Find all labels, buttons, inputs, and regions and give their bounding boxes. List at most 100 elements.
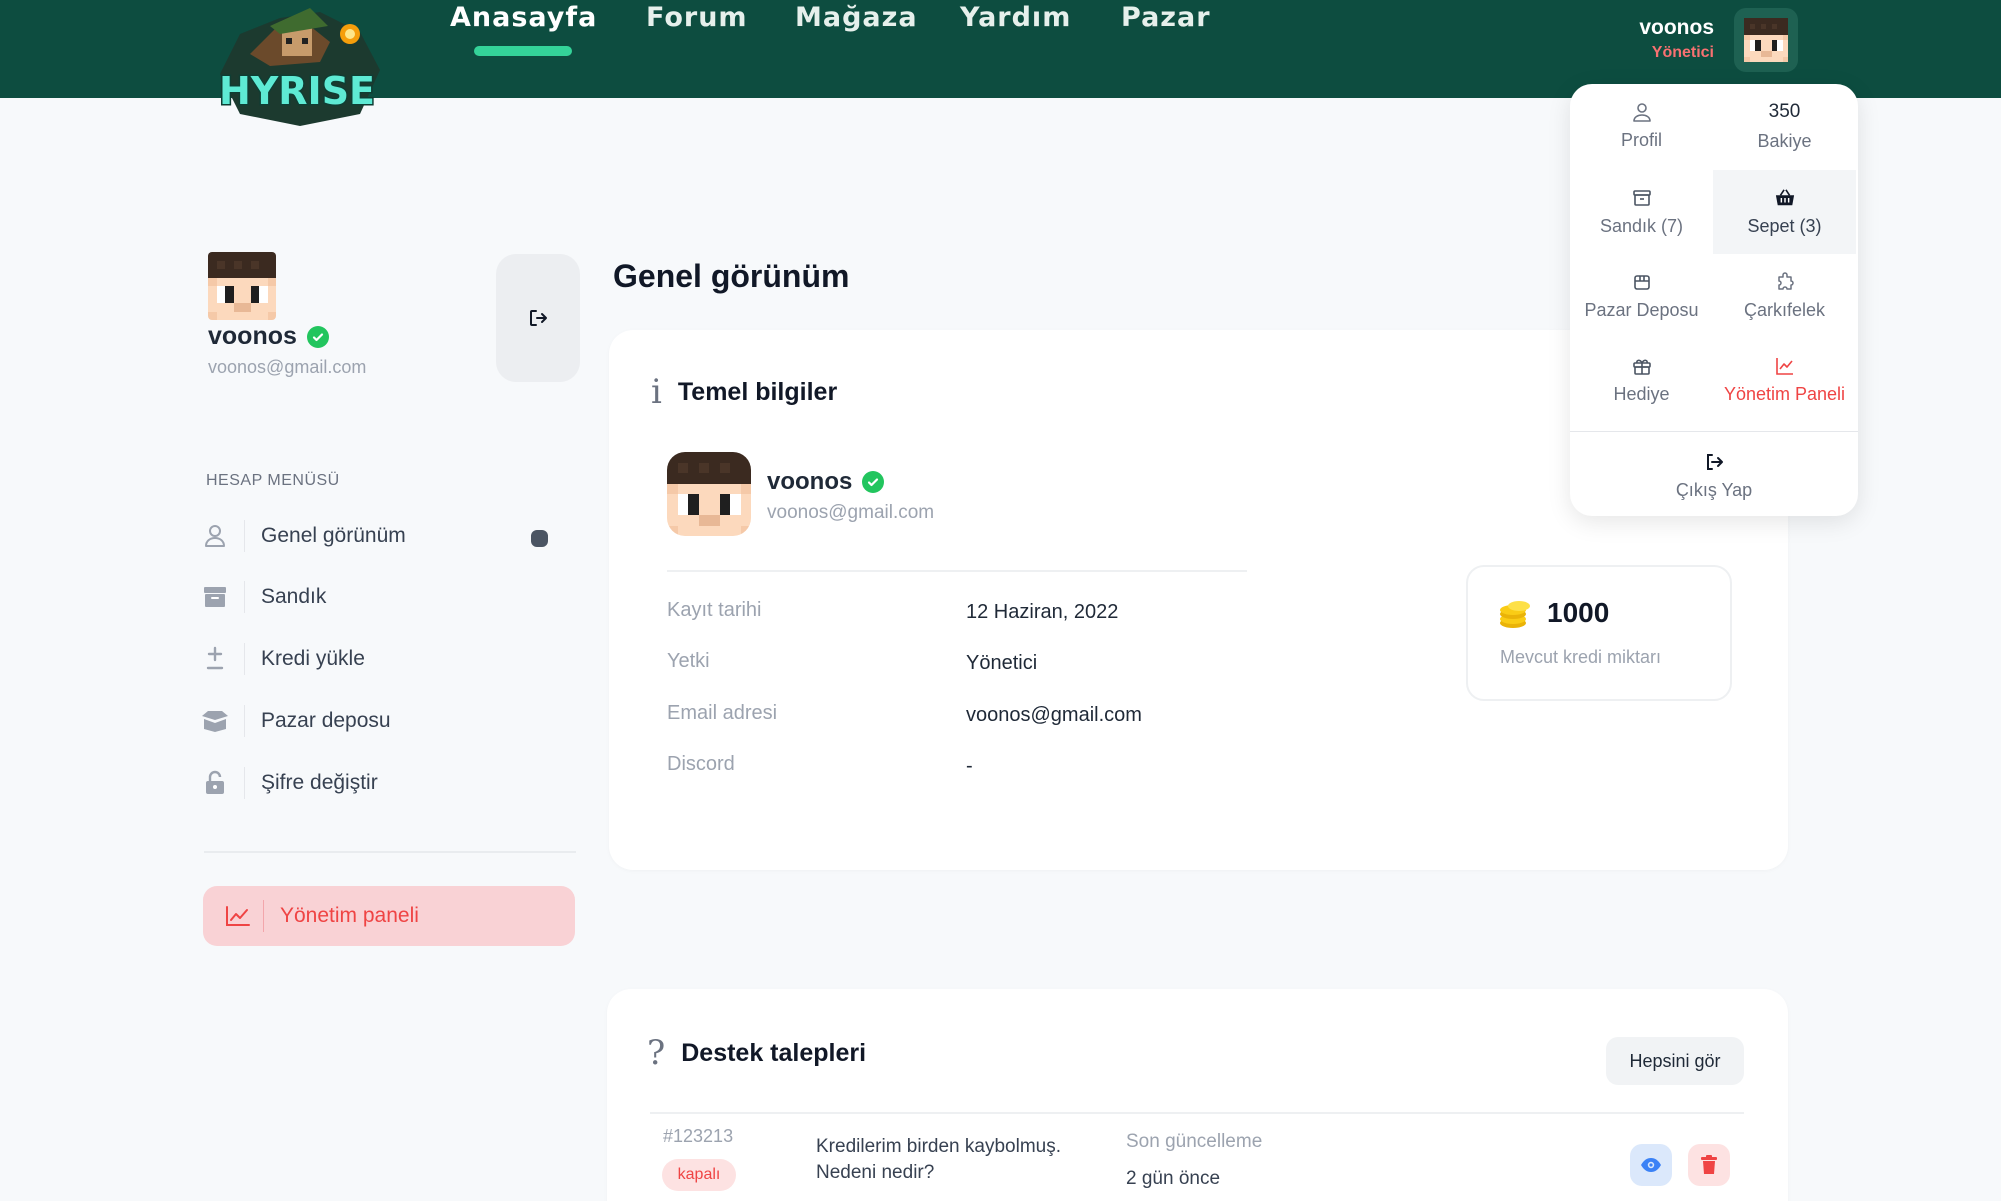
nav-home[interactable]: Anasayfa	[450, 2, 597, 33]
menu-separator	[244, 581, 245, 613]
trash-icon	[1701, 1155, 1717, 1174]
ticket-updated-label: Son güncelleme	[1126, 1131, 1263, 1152]
nav-store[interactable]: Mağaza	[795, 2, 918, 33]
sidebar-username-row: voonos	[208, 322, 329, 351]
info-value-role: Yönetici	[966, 652, 1038, 674]
basic-info-title-row: i Temel bilgiler	[651, 372, 837, 412]
header-user-role: Yönetici	[1651, 44, 1714, 61]
basic-info-title: Temel bilgiler	[677, 377, 838, 406]
logo-text: HYRISE	[219, 69, 375, 113]
dropdown-admin-panel-label: Yönetim Paneli	[1723, 383, 1846, 404]
sidebar-item-label: Genel görünüm	[261, 524, 406, 547]
dropdown-market-storage[interactable]: Pazar Deposu	[1570, 254, 1713, 338]
dropdown-logout[interactable]: Çıkış Yap	[1570, 434, 1858, 518]
dropdown-balance-value: 350	[1768, 100, 1801, 122]
info-label-role: Yetki	[667, 650, 710, 672]
account-menu-title: HESAP MENÜSÜ	[206, 472, 340, 489]
menu-separator	[244, 767, 245, 799]
dropdown-profile[interactable]: Profil	[1570, 84, 1713, 168]
active-nav-indicator	[474, 46, 572, 56]
archive-icon	[1632, 189, 1651, 206]
info-value-discord: -	[966, 755, 973, 777]
menu-separator	[244, 520, 245, 552]
storage-icon	[1633, 274, 1650, 290]
header-avatar[interactable]	[1734, 8, 1798, 72]
dropdown-wheel-label: Çarkıfelek	[1743, 299, 1826, 320]
ticket-status-badge: kapalı	[662, 1159, 736, 1191]
avatar-face-icon	[667, 452, 751, 536]
verified-check-icon	[306, 325, 329, 348]
nav-help[interactable]: Yardım	[960, 2, 1071, 33]
sidebar-item-change-password[interactable]: Şifre değiştir	[200, 763, 378, 803]
sidebar-logout-button[interactable]	[496, 254, 580, 382]
profile-username: voonos	[767, 468, 853, 495]
delete-ticket-button[interactable]	[1688, 1144, 1730, 1186]
menu-separator	[244, 643, 245, 675]
ticket-subject[interactable]: Kredilerim birden kaybolmuş. Nedeni nedi…	[816, 1134, 1106, 1186]
sidebar-item-overview[interactable]: Genel görünüm	[200, 516, 406, 556]
box-icon	[200, 710, 230, 732]
sidebar-item-market-storage[interactable]: Pazar deposu	[200, 701, 391, 741]
eye-icon	[1641, 1158, 1661, 1172]
page-title: Genel görünüm	[613, 258, 850, 294]
info-label-discord: Discord	[667, 753, 735, 775]
ticket-id[interactable]: #123213	[663, 1126, 733, 1147]
sidebar-item-label: Şifre değiştir	[261, 771, 378, 794]
dropdown-cart[interactable]: Sepet (3)	[1713, 170, 1856, 254]
dropdown-market-storage-label: Pazar Deposu	[1584, 299, 1699, 320]
admin-panel-label: Yönetim paneli	[280, 904, 419, 927]
ticket-updated-value: 2 gün önce	[1126, 1168, 1221, 1189]
dropdown-logout-label: Çıkış Yap	[1675, 479, 1753, 500]
admin-panel-button[interactable]: Yönetim paneli	[203, 886, 575, 946]
info-label-email: Email adresi	[667, 702, 778, 724]
see-all-button[interactable]: Hepsini gör	[1606, 1037, 1744, 1085]
chart-line-icon	[1775, 357, 1793, 375]
sidebar-item-load-credit[interactable]: Kredi yükle	[200, 639, 365, 679]
logo-art: HYRISE	[217, 8, 380, 126]
user-icon	[200, 524, 230, 548]
basket-icon	[1775, 188, 1794, 205]
dropdown-divider	[1570, 431, 1858, 432]
verified-check-icon	[862, 471, 885, 493]
dropdown-admin-panel[interactable]: Yönetim Paneli	[1713, 338, 1856, 422]
sidebar-username: voonos	[208, 322, 297, 350]
view-ticket-button[interactable]	[1630, 1144, 1672, 1186]
lock-icon	[200, 770, 230, 796]
puzzle-icon	[1777, 271, 1794, 290]
avatar-face-icon	[1744, 18, 1788, 62]
header-username[interactable]: voonos	[1639, 16, 1714, 40]
avatar-face-icon	[208, 252, 276, 320]
plus-minus-icon	[200, 646, 230, 672]
nav-market[interactable]: Pazar	[1121, 2, 1211, 33]
menu-separator	[244, 705, 245, 737]
sidebar-avatar	[208, 252, 276, 320]
gift-icon	[1632, 359, 1651, 375]
chart-line-icon	[213, 905, 263, 927]
active-item-dot	[531, 530, 548, 547]
profile-avatar	[667, 452, 751, 536]
dropdown-balance-label: Bakiye	[1757, 130, 1812, 151]
user-dropdown-menu: Profil 350 Bakiye Sandık (7) Sepet (3) P…	[1570, 84, 1858, 516]
info-label-register-date: Kayıt tarihi	[667, 599, 762, 621]
sidebar-item-label: Sandık	[261, 585, 327, 608]
question-icon: ?	[647, 1033, 666, 1073]
dropdown-cart-label: Sepet (3)	[1747, 215, 1822, 236]
dropdown-chest-label: Sandık (7)	[1599, 215, 1684, 236]
nav-forum[interactable]: Forum	[646, 2, 748, 33]
info-value-email: voonos@gmail.com	[966, 704, 1142, 726]
credit-amount: 1000	[1547, 597, 1610, 628]
dropdown-chest[interactable]: Sandık (7)	[1570, 170, 1713, 254]
dropdown-wheel[interactable]: Çarkıfelek	[1713, 254, 1856, 338]
info-icon: i	[651, 372, 662, 412]
sidebar-item-chest[interactable]: Sandık	[200, 577, 326, 617]
sidebar-email: voonos@gmail.com	[208, 357, 367, 377]
profile-username-row: voonos	[767, 468, 885, 496]
sidebar-item-label: Pazar deposu	[261, 709, 391, 732]
credit-balance-box: 1000 Mevcut kredi miktarı	[1466, 565, 1732, 701]
site-logo[interactable]: HYRISE	[210, 4, 385, 128]
support-title: Destek talepleri	[681, 1038, 867, 1067]
support-title-row: ? Destek talepleri	[647, 1033, 866, 1073]
dropdown-balance[interactable]: 350 Bakiye	[1713, 84, 1856, 168]
archive-icon	[200, 586, 230, 608]
dropdown-gift[interactable]: Hediye	[1570, 338, 1713, 422]
